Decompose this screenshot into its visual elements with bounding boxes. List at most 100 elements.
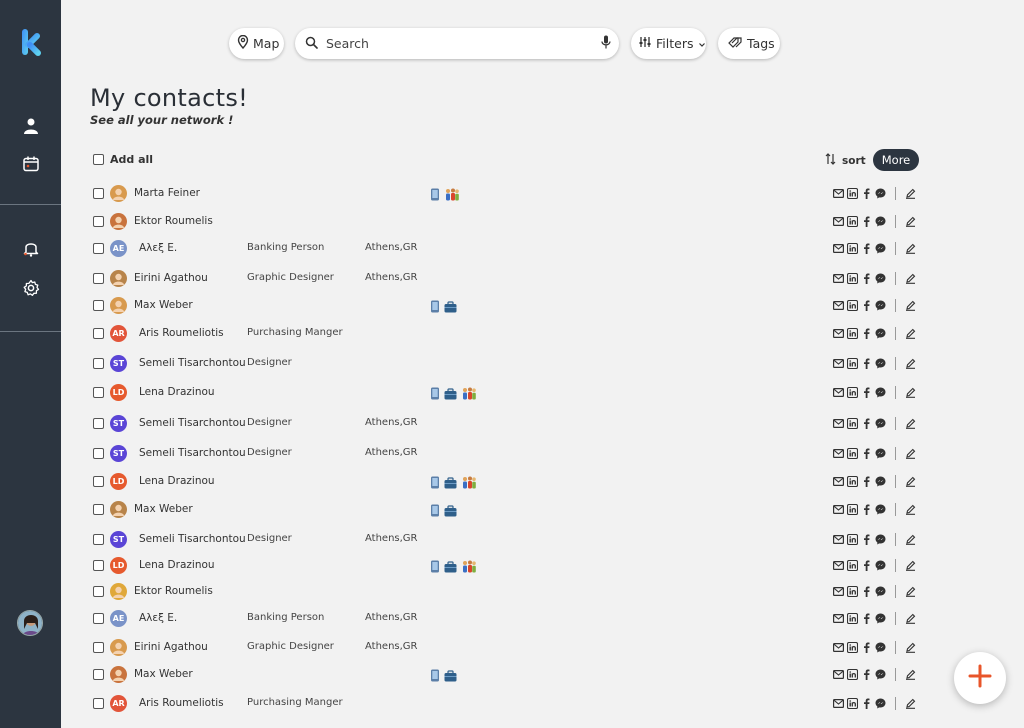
mail-icon[interactable] [833,613,844,624]
contact-row[interactable]: Max Weber [0,664,1024,686]
messenger-icon[interactable] [875,534,886,545]
linkedin-icon[interactable] [847,504,858,515]
contact-row[interactable]: Marta Feiner [0,183,1024,205]
contact-name[interactable]: Marta Feiner [134,187,200,199]
contact-name[interactable]: Max Weber [134,299,193,311]
contact-checkbox[interactable] [93,560,104,571]
mail-icon[interactable] [833,560,844,571]
messenger-icon[interactable] [875,328,886,339]
facebook-icon[interactable] [861,560,872,571]
contact-checkbox[interactable] [93,300,104,311]
messenger-icon[interactable] [875,504,886,515]
facebook-icon[interactable] [861,669,872,680]
contact-row[interactable]: ST Semeli Tisarchontou Designer [0,353,1024,375]
mail-icon[interactable] [833,216,844,227]
facebook-icon[interactable] [861,328,872,339]
linkedin-icon[interactable] [847,300,858,311]
messenger-icon[interactable] [875,560,886,571]
linkedin-icon[interactable] [847,642,858,653]
contact-checkbox[interactable] [93,448,104,459]
contact-row[interactable]: Ektor Roumelis [0,211,1024,233]
contact-row[interactable]: AR Aris Roumeliotis Purchasing Manger [0,693,1024,715]
mail-icon[interactable] [833,358,844,369]
map-button[interactable]: Map [229,28,284,59]
linkedin-icon[interactable] [847,448,858,459]
calendar-icon[interactable] [17,150,45,178]
messenger-icon[interactable] [875,418,886,429]
linkedin-icon[interactable] [847,418,858,429]
filters-button[interactable]: Filters [631,28,706,59]
contact-name[interactable]: Semeli Tisarchontou [139,533,246,545]
edit-pencil-icon[interactable] [905,387,916,398]
mail-icon[interactable] [833,586,844,597]
contact-checkbox[interactable] [93,243,104,254]
contact-row[interactable]: Ektor Roumelis [0,581,1024,603]
contact-row[interactable]: AR Aris Roumeliotis Purchasing Manger [0,323,1024,345]
more-button[interactable]: More [873,149,919,171]
edit-pencil-icon[interactable] [905,476,916,487]
edit-pencil-icon[interactable] [905,642,916,653]
contact-checkbox[interactable] [93,273,104,284]
facebook-icon[interactable] [861,243,872,254]
contact-name[interactable]: Lena Drazinou [139,559,215,571]
edit-pencil-icon[interactable] [905,418,916,429]
contact-checkbox[interactable] [93,216,104,227]
edit-pencil-icon[interactable] [905,613,916,624]
facebook-icon[interactable] [861,300,872,311]
search-input[interactable]: Search [326,36,593,51]
messenger-icon[interactable] [875,188,886,199]
messenger-icon[interactable] [875,642,886,653]
linkedin-icon[interactable] [847,387,858,398]
facebook-icon[interactable] [861,586,872,597]
linkedin-icon[interactable] [847,243,858,254]
messenger-icon[interactable] [875,243,886,254]
contact-row[interactable]: LD Lena Drazinou [0,382,1024,404]
facebook-icon[interactable] [861,698,872,709]
edit-pencil-icon[interactable] [905,504,916,515]
contact-name[interactable]: Semeli Tisarchontou [139,417,246,429]
app-logo[interactable] [19,27,45,59]
edit-pencil-icon[interactable] [905,448,916,459]
mail-icon[interactable] [833,476,844,487]
contact-row[interactable]: LD Lena Drazinou [0,471,1024,493]
linkedin-icon[interactable] [847,560,858,571]
contact-row[interactable]: LD Lena Drazinou [0,555,1024,577]
contact-row[interactable]: ST Semeli Tisarchontou Designer Athens,GR [0,413,1024,435]
contact-checkbox[interactable] [93,387,104,398]
linkedin-icon[interactable] [847,586,858,597]
messenger-icon[interactable] [875,273,886,284]
facebook-icon[interactable] [861,273,872,284]
messenger-icon[interactable] [875,476,886,487]
facebook-icon[interactable] [861,504,872,515]
messenger-icon[interactable] [875,613,886,624]
mail-icon[interactable] [833,387,844,398]
contact-checkbox[interactable] [93,586,104,597]
contact-name[interactable]: Lena Drazinou [139,386,215,398]
facebook-icon[interactable] [861,216,872,227]
facebook-icon[interactable] [861,358,872,369]
contact-name[interactable]: Eirini Agathou [134,641,208,653]
edit-pencil-icon[interactable] [905,534,916,545]
contact-checkbox[interactable] [93,698,104,709]
messenger-icon[interactable] [875,387,886,398]
linkedin-icon[interactable] [847,534,858,545]
linkedin-icon[interactable] [847,613,858,624]
contact-name[interactable]: Max Weber [134,503,193,515]
contact-row[interactable]: Eirini Agathou Graphic Designer Athens,GR [0,637,1024,659]
contact-checkbox[interactable] [93,504,104,515]
facebook-icon[interactable] [861,387,872,398]
contact-checkbox[interactable] [93,476,104,487]
messenger-icon[interactable] [875,669,886,680]
messenger-icon[interactable] [875,698,886,709]
facebook-icon[interactable] [861,642,872,653]
linkedin-icon[interactable] [847,698,858,709]
edit-pencil-icon[interactable] [905,300,916,311]
contact-name[interactable]: Max Weber [134,668,193,680]
contact-name[interactable]: Semeli Tisarchontou [139,447,246,459]
mail-icon[interactable] [833,418,844,429]
edit-pencil-icon[interactable] [905,328,916,339]
contact-checkbox[interactable] [93,613,104,624]
mail-icon[interactable] [833,243,844,254]
contact-row[interactable]: ST Semeli Tisarchontou Designer Athens,GR [0,529,1024,551]
tags-button[interactable]: Tags [718,28,780,59]
